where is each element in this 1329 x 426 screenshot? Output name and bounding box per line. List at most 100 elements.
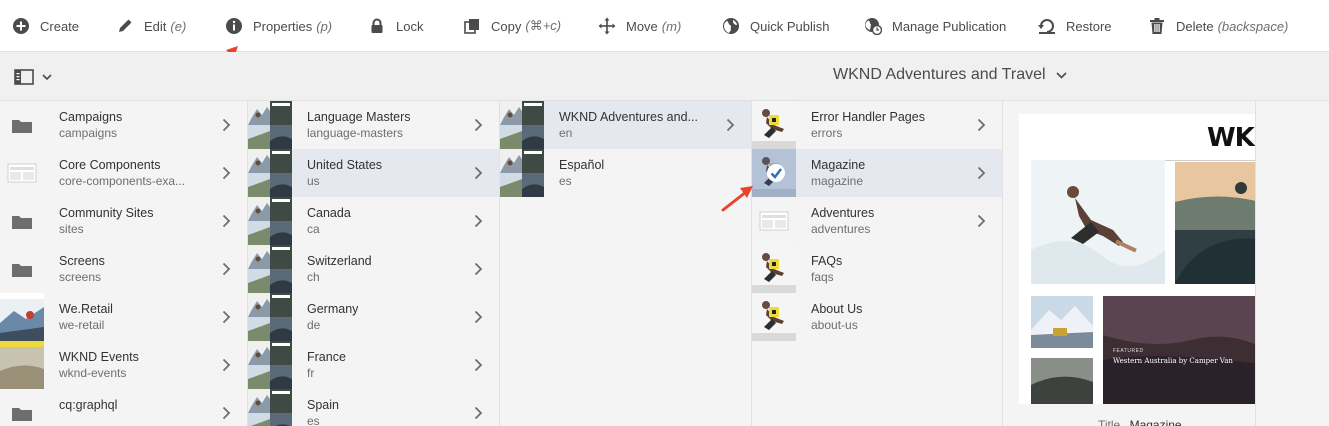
- chevron-right-icon[interactable]: [222, 358, 231, 372]
- action-toolbar: Create Edit (e) Properties (p) Lock Copy (⌘…: [0, 0, 1329, 52]
- delete-shortcut: (backspace): [1217, 18, 1289, 34]
- list-item[interactable]: United States us: [248, 149, 499, 197]
- chevron-right-icon[interactable]: [474, 406, 483, 420]
- featured-label: FEATURED: [1113, 348, 1144, 354]
- item-thumbnail[interactable]: [0, 341, 44, 389]
- chevron-right-icon[interactable]: [222, 406, 231, 420]
- edit-shortcut: (e): [170, 18, 187, 34]
- item-title: France: [307, 350, 346, 364]
- list-item[interactable]: Error Handler Pages errors: [752, 101, 1002, 149]
- chevron-right-icon[interactable]: [474, 214, 483, 228]
- item-thumbnail[interactable]: [0, 389, 44, 426]
- list-item[interactable]: France fr: [248, 341, 499, 389]
- chevron-right-icon[interactable]: [977, 118, 986, 132]
- chevron-right-icon[interactable]: [222, 214, 231, 228]
- delete-label: Delete: [1176, 18, 1214, 34]
- list-item[interactable]: Core Components core-components-exa...: [0, 149, 247, 197]
- item-thumbnail[interactable]: [248, 245, 292, 293]
- item-title: We.Retail: [59, 302, 113, 316]
- list-item[interactable]: Español es: [500, 149, 751, 197]
- item-thumbnail[interactable]: [0, 245, 44, 293]
- chevron-right-icon[interactable]: [977, 214, 986, 228]
- chevron-right-icon[interactable]: [977, 166, 986, 180]
- rail-toggle-button[interactable]: [14, 66, 60, 88]
- item-title: Magazine: [811, 158, 866, 172]
- restore-icon: [1038, 19, 1055, 34]
- item-node-name: wknd-events: [59, 366, 127, 380]
- quick-publish-button[interactable]: Quick Publish: [722, 0, 829, 52]
- list-item[interactable]: Campaigns campaigns: [0, 101, 247, 149]
- globe-icon: [723, 18, 739, 34]
- item-node-name: sites: [59, 222, 84, 236]
- panel-toggle-icon: [14, 69, 34, 85]
- item-thumbnail[interactable]: [752, 101, 796, 149]
- item-thumbnail[interactable]: [752, 293, 796, 341]
- chevron-right-icon[interactable]: [474, 358, 483, 372]
- plus-circle-icon: [13, 18, 29, 34]
- item-thumbnail[interactable]: [248, 149, 292, 197]
- chevron-right-icon[interactable]: [726, 118, 735, 132]
- restore-button[interactable]: Restore: [1038, 0, 1112, 52]
- copy-button[interactable]: Copy (⌘+c): [463, 0, 561, 52]
- delete-button[interactable]: Delete (backspace): [1148, 0, 1288, 52]
- list-item[interactable]: Community Sites sites: [0, 197, 247, 245]
- chevron-right-icon[interactable]: [222, 166, 231, 180]
- list-item[interactable]: Magazine magazine: [752, 149, 1002, 197]
- chevron-right-icon[interactable]: [222, 118, 231, 132]
- list-item[interactable]: WKND Adventures and... en: [500, 101, 751, 149]
- item-thumbnail[interactable]: [0, 149, 44, 197]
- item-thumbnail[interactable]: [500, 149, 544, 197]
- item-thumbnail[interactable]: [752, 197, 796, 245]
- list-item[interactable]: Spain es: [248, 389, 499, 426]
- list-item[interactable]: WKND Events wknd-events: [0, 341, 247, 389]
- create-button[interactable]: Create: [12, 0, 79, 52]
- item-thumbnail[interactable]: [248, 197, 292, 245]
- site-title-dropdown[interactable]: WKND Adventures and Travel: [833, 66, 1067, 84]
- list-item[interactable]: cq:graphql: [0, 389, 247, 426]
- list-item[interactable]: Adventures adventures: [752, 197, 1002, 245]
- item-node-name: language-masters: [307, 126, 404, 140]
- properties-shortcut: (p): [316, 18, 333, 34]
- item-title: Canada: [307, 206, 351, 220]
- edit-button[interactable]: Edit (e): [116, 0, 186, 52]
- list-item[interactable]: Switzerland ch: [248, 245, 499, 293]
- preview-title-key: Title: [1098, 418, 1121, 426]
- list-item[interactable]: Screens screens: [0, 245, 247, 293]
- item-thumbnail[interactable]: [248, 293, 292, 341]
- chevron-right-icon[interactable]: [222, 310, 231, 324]
- manage-publication-button[interactable]: Manage Publication: [864, 0, 1006, 52]
- column-root: Campaigns campaigns Core Components core-co…: [0, 101, 248, 426]
- item-thumbnail[interactable]: [0, 293, 44, 341]
- list-item[interactable]: We.Retail we-retail: [0, 293, 247, 341]
- item-thumbnail[interactable]: [248, 101, 292, 149]
- item-title: Language Masters: [307, 110, 411, 124]
- item-title: FAQs: [811, 254, 843, 268]
- column-locale: WKND Adventures and... en Español es: [500, 101, 752, 426]
- item-thumbnail[interactable]: [500, 101, 544, 149]
- chevron-right-icon[interactable]: [222, 262, 231, 276]
- chevron-right-icon[interactable]: [474, 166, 483, 180]
- page-preview-thumbnail[interactable]: WKND F: [1019, 114, 1255, 404]
- list-item[interactable]: FAQs faqs: [752, 245, 1002, 293]
- lock-button[interactable]: Lock: [368, 0, 423, 52]
- list-item[interactable]: About Us about-us: [752, 293, 1002, 341]
- move-button[interactable]: Move (m): [598, 0, 681, 52]
- chevron-right-icon[interactable]: [474, 118, 483, 132]
- annotation-arrow-icon: [721, 186, 753, 212]
- item-thumbnail[interactable]: [248, 389, 292, 426]
- item-thumbnail[interactable]: [752, 149, 796, 197]
- chevron-down-icon: [42, 73, 52, 80]
- list-item[interactable]: Canada ca: [248, 197, 499, 245]
- list-item[interactable]: Language Masters language-masters: [248, 101, 499, 149]
- chevron-right-icon[interactable]: [474, 310, 483, 324]
- item-node-name: magazine: [811, 174, 864, 188]
- chevron-right-icon[interactable]: [474, 262, 483, 276]
- page-title: WKND Adventures and Travel: [833, 66, 1046, 83]
- item-thumbnail[interactable]: [0, 101, 44, 149]
- item-thumbnail[interactable]: [752, 245, 796, 293]
- item-title: cq:graphql: [59, 398, 118, 412]
- item-thumbnail[interactable]: [248, 341, 292, 389]
- list-item[interactable]: Germany de: [248, 293, 499, 341]
- restore-label: Restore: [1066, 18, 1112, 34]
- item-thumbnail[interactable]: [0, 197, 44, 245]
